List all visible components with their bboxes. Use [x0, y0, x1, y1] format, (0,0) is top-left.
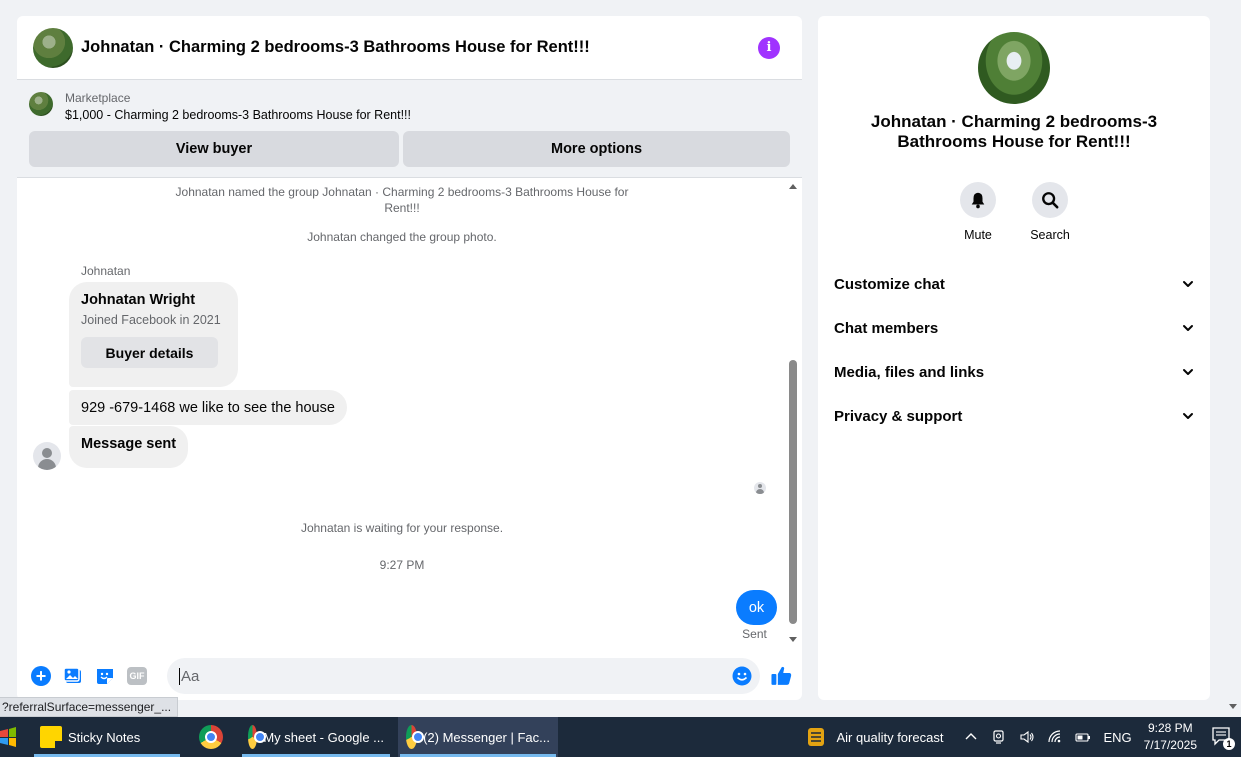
- seen-avatar-icon: [754, 482, 766, 494]
- system-message-waiting: Johnatan is waiting for your response.: [300, 521, 504, 535]
- chat-scrollbar[interactable]: [788, 180, 798, 642]
- scroll-down-icon[interactable]: [789, 637, 797, 642]
- info-sections: Customize chat Chat members Media, files…: [834, 262, 1194, 438]
- buyer-joined: Joined Facebook in 2021: [81, 313, 221, 327]
- bell-icon: [971, 192, 985, 209]
- search-icon: [1042, 192, 1059, 209]
- status-url-tooltip: ?referralSurface=messenger_...: [0, 697, 179, 717]
- chat-panel: Johnatan · Charming 2 bedrooms-3 Bathroo…: [17, 16, 802, 700]
- message-bubble[interactable]: 929 -679-1468 we like to see the house: [69, 390, 347, 425]
- message-input-wrap: [167, 658, 761, 694]
- listing-thumbnail[interactable]: [29, 92, 53, 116]
- more-options-button[interactable]: More options: [403, 131, 790, 167]
- marketplace-label: Marketplace: [65, 91, 131, 105]
- gif-icon[interactable]: GIF: [127, 666, 147, 686]
- wifi-icon[interactable]: [1047, 729, 1063, 745]
- chevron-down-icon: [1183, 369, 1193, 375]
- battery-icon[interactable]: [1075, 729, 1091, 745]
- clock-date: 7/17/2025: [1143, 738, 1197, 752]
- chrome-icon: [406, 725, 425, 749]
- info-actions: Mute Search: [818, 182, 1210, 242]
- chevron-down-icon: [1183, 413, 1193, 419]
- mute-button[interactable]: Mute: [960, 182, 996, 242]
- page-scroll-down-icon[interactable]: [1229, 704, 1237, 709]
- air-quality-icon[interactable]: [805, 726, 827, 748]
- clock[interactable]: 9:28 PM 7/17/2025: [1144, 720, 1197, 754]
- section-media-files-links[interactable]: Media, files and links: [834, 350, 1194, 394]
- my-message-bubble[interactable]: ok: [736, 590, 777, 625]
- language-indicator[interactable]: ENG: [1103, 730, 1131, 745]
- clock-time: 9:28 PM: [1147, 721, 1193, 735]
- search-label: Search: [1030, 228, 1070, 242]
- start-icon: [0, 727, 16, 747]
- section-label: Privacy & support: [834, 407, 963, 425]
- weather-text[interactable]: Air quality forecast: [837, 730, 944, 745]
- message-list: Johnatan named the group Johnatan · Char…: [17, 180, 802, 648]
- listing-title[interactable]: $1,000 - Charming 2 bedrooms-3 Bathrooms…: [65, 106, 411, 125]
- mute-label: Mute: [964, 228, 992, 242]
- chevron-down-icon: [1183, 281, 1193, 287]
- marketplace-bar: Marketplace $1,000 - Charming 2 bedrooms…: [17, 80, 802, 178]
- plus-icon[interactable]: +: [31, 666, 51, 686]
- view-buyer-button[interactable]: View buyer: [29, 131, 399, 167]
- composer: + GIF: [17, 652, 802, 700]
- buyer-details-button[interactable]: Buyer details: [81, 337, 218, 368]
- emoji-icon[interactable]: [732, 666, 752, 686]
- chevron-down-icon: [1183, 325, 1193, 331]
- chrome-icon: [199, 725, 223, 749]
- section-privacy-support[interactable]: Privacy & support: [834, 394, 1194, 438]
- message-input[interactable]: [179, 667, 733, 685]
- taskbar-sticky-notes[interactable]: Sticky Notes: [32, 717, 182, 757]
- taskbar-google-sheet[interactable]: My sheet - Google ...: [240, 717, 392, 757]
- photo-icon[interactable]: [63, 666, 83, 686]
- info-title: Johnatan · Charming 2 bedrooms-3 Bathroo…: [870, 112, 1158, 151]
- conversation-info-panel: Johnatan · Charming 2 bedrooms-3 Bathroo…: [818, 16, 1210, 700]
- meet-now-icon[interactable]: [991, 729, 1007, 745]
- group-avatar[interactable]: [33, 27, 73, 68]
- chevron-up-icon[interactable]: [963, 729, 979, 745]
- system-message-named: Johnatan named the group Johnatan · Char…: [175, 185, 629, 215]
- buyer-card: Johnatan Wright Joined Facebook in 2021 …: [69, 282, 238, 387]
- notification-count: 1: [1223, 738, 1235, 750]
- scroll-up-icon[interactable]: [789, 184, 797, 189]
- chrome-icon: [248, 725, 267, 749]
- volume-icon[interactable]: [1019, 729, 1035, 745]
- taskbar-label: Sticky Notes: [68, 729, 141, 745]
- section-chat-members[interactable]: Chat members: [834, 306, 1194, 350]
- sent-status: Sent: [742, 627, 767, 641]
- message-bubble[interactable]: Message sent: [69, 426, 189, 468]
- taskbar-label: My sheet - Google ...: [263, 729, 384, 745]
- taskbar-label: (2) Messenger | Fac...: [423, 729, 550, 745]
- buyer-name: Johnatan Wright: [81, 292, 196, 308]
- taskbar-messenger[interactable]: (2) Messenger | Fac...: [398, 717, 558, 757]
- section-label: Chat members: [834, 319, 939, 337]
- search-button[interactable]: Search: [1030, 182, 1070, 242]
- notification-center-icon[interactable]: 1: [1211, 726, 1235, 750]
- thumbs-up-icon[interactable]: [770, 664, 794, 688]
- start-button[interactable]: [0, 717, 30, 757]
- section-customize-chat[interactable]: Customize chat: [834, 262, 1194, 306]
- group-photo[interactable]: [978, 32, 1050, 104]
- chat-title[interactable]: Johnatan · Charming 2 bedrooms-3 Bathroo…: [81, 38, 758, 57]
- system-tray: Air quality forecast ENG 9:28 PM 7/17/20…: [805, 717, 1241, 757]
- chat-header: Johnatan · Charming 2 bedrooms-3 Bathroo…: [17, 16, 802, 80]
- taskbar-chrome[interactable]: [182, 717, 240, 757]
- sender-avatar[interactable]: [33, 442, 61, 470]
- scroll-thumb[interactable]: [789, 360, 797, 624]
- sticky-notes-icon: [40, 726, 62, 748]
- section-label: Customize chat: [834, 275, 945, 293]
- sticker-icon[interactable]: [95, 666, 115, 686]
- section-label: Media, files and links: [834, 363, 985, 381]
- taskbar: Sticky Notes My sheet - Google ... (2) M…: [0, 717, 1241, 757]
- system-message-photo: Johnatan changed the group photo.: [307, 230, 497, 244]
- sender-name: Johnatan: [81, 264, 131, 278]
- timestamp: 9:27 PM: [379, 558, 425, 572]
- info-icon[interactable]: i: [758, 36, 780, 59]
